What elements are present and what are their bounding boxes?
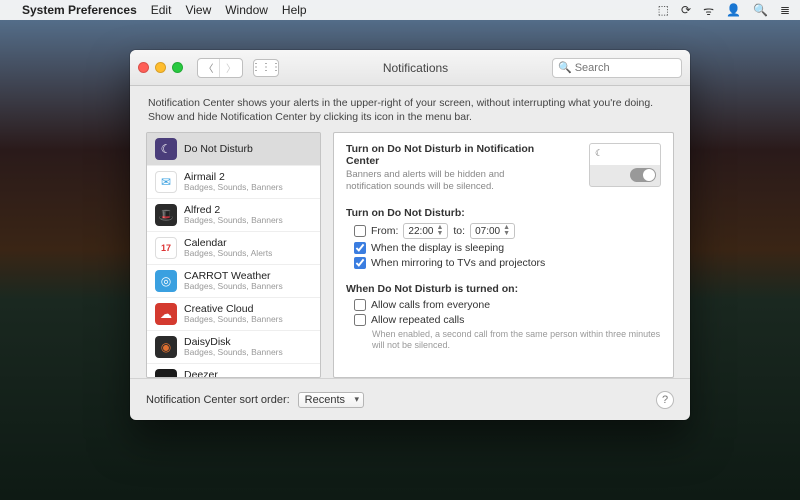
dropbox-status-icon[interactable]: ⬚	[658, 3, 669, 17]
nav-segment: 〈 〉	[197, 58, 243, 78]
detail-pane: ☾ Turn on Do Not Disturb in Notification…	[333, 132, 674, 378]
minimize-button[interactable]	[155, 62, 166, 73]
sort-order-label: Notification Center sort order:	[146, 394, 290, 406]
allow-everyone-checkbox[interactable]	[354, 299, 366, 311]
sort-order-select[interactable]: Recents	[298, 392, 364, 408]
close-button[interactable]	[138, 62, 149, 73]
sidebar-item-alfred[interactable]: 🎩 Alfred 2Badges, Sounds, Banners	[147, 199, 320, 232]
wifi-status-icon[interactable]: ᯤ	[703, 2, 714, 19]
sidebar-item-sub: Badges, Sounds, Banners	[184, 216, 283, 225]
help-button[interactable]: ?	[656, 391, 674, 409]
to-time-field[interactable]: 07:00▲▼	[470, 223, 515, 239]
repeated-note: When enabled, a second call from the sam…	[372, 329, 661, 352]
menu-view[interactable]: View	[185, 3, 211, 17]
sidebar-item-do-not-disturb[interactable]: ☾ Do Not Disturb	[147, 133, 320, 166]
sidebar-item-calendar[interactable]: 17 CalendarBadges, Sounds, Alerts	[147, 232, 320, 265]
creative-cloud-icon: ☁	[155, 303, 177, 325]
intro-text: Notification Center shows your alerts in…	[130, 86, 690, 132]
menu-help[interactable]: Help	[282, 3, 307, 17]
stepper-icon[interactable]: ▲▼	[503, 225, 510, 237]
app-menu[interactable]: System Preferences	[22, 3, 137, 17]
zoom-button[interactable]	[172, 62, 183, 73]
schedule-section-title: Turn on Do Not Disturb:	[346, 207, 661, 219]
sidebar-item-sub: Badges, Sounds, Alerts	[184, 249, 272, 258]
moon-icon: ☾	[155, 138, 177, 160]
sidebar-item-sub: Badges, Sounds, Banners	[184, 183, 283, 192]
notification-center-icon[interactable]: ≣	[780, 3, 790, 17]
menu-window[interactable]: Window	[225, 3, 268, 17]
mirroring-label: When mirroring to TVs and projectors	[371, 257, 545, 269]
user-status-icon[interactable]: 👤	[726, 3, 741, 17]
allow-repeated-label: Allow repeated calls	[371, 314, 464, 326]
sync-status-icon[interactable]: ⟳	[681, 3, 691, 17]
sidebar-item-sub: Badges, Sounds, Banners	[184, 282, 283, 291]
forward-button[interactable]: 〉	[220, 59, 242, 77]
footer: Notification Center sort order: Recents …	[130, 378, 690, 420]
alfred-icon: 🎩	[155, 204, 177, 226]
app-list[interactable]: ☾ Do Not Disturb ✉ Airmail 2Badges, Soun…	[146, 132, 321, 378]
spotlight-icon[interactable]: 🔍	[753, 3, 768, 17]
titlebar: 〈 〉 ⋮⋮⋮ Notifications 🔍	[130, 50, 690, 86]
preferences-window: 〈 〉 ⋮⋮⋮ Notifications 🔍 Notification Cen…	[130, 50, 690, 420]
display-sleeping-label: When the display is sleeping	[371, 242, 504, 254]
schedule-checkbox[interactable]	[354, 225, 366, 237]
detail-subline: Banners and alerts will be hidden and no…	[346, 169, 546, 193]
airmail-icon: ✉	[155, 171, 177, 193]
sidebar-item-carrot[interactable]: ◎ CARROT WeatherBadges, Sounds, Banners	[147, 265, 320, 298]
when-on-section-title: When Do Not Disturb is turned on:	[346, 283, 661, 295]
show-all-button[interactable]: ⋮⋮⋮	[253, 59, 279, 77]
sidebar-item-sub: Badges, Sounds, Banners	[184, 348, 283, 357]
sidebar-item-label: Deezer	[184, 370, 283, 378]
allow-repeated-checkbox[interactable]	[354, 314, 366, 326]
search-icon: 🔍	[558, 61, 572, 74]
to-label: to:	[453, 225, 465, 237]
carrot-icon: ◎	[155, 270, 177, 292]
stepper-icon[interactable]: ▲▼	[436, 225, 443, 237]
menubar: System Preferences Edit View Window Help…	[0, 0, 800, 20]
menu-edit[interactable]: Edit	[151, 3, 172, 17]
search-input[interactable]	[575, 62, 676, 74]
sidebar-item-airmail[interactable]: ✉ Airmail 2Badges, Sounds, Banners	[147, 166, 320, 199]
notification-preview: ☾	[589, 143, 661, 187]
window-controls	[138, 62, 183, 73]
dnd-toggle[interactable]	[630, 168, 656, 182]
sidebar-item-creative-cloud[interactable]: ☁ Creative CloudBadges, Sounds, Banners	[147, 298, 320, 331]
daisydisk-icon: ◉	[155, 336, 177, 358]
sidebar-item-label: Do Not Disturb	[184, 144, 253, 156]
display-sleeping-checkbox[interactable]	[354, 242, 366, 254]
sidebar-item-daisydisk[interactable]: ◉ DaisyDiskBadges, Sounds, Banners	[147, 331, 320, 364]
allow-everyone-label: Allow calls from everyone	[371, 299, 490, 311]
calendar-icon: 17	[155, 237, 177, 259]
window-title: Notifications	[285, 61, 546, 75]
mirroring-checkbox[interactable]	[354, 257, 366, 269]
search-field[interactable]: 🔍	[552, 58, 682, 78]
moon-icon: ☾	[595, 148, 603, 159]
from-time-field[interactable]: 22:00▲▼	[403, 223, 448, 239]
detail-headline: Turn on Do Not Disturb in Notification C…	[346, 143, 546, 167]
deezer-icon: ≡	[155, 369, 177, 378]
sidebar-item-sub: Badges, Sounds, Banners	[184, 315, 283, 324]
from-label: From:	[371, 225, 398, 237]
back-button[interactable]: 〈	[198, 59, 220, 77]
sidebar-item-deezer[interactable]: ≡ DeezerBadges, Sounds, Banners	[147, 364, 320, 378]
